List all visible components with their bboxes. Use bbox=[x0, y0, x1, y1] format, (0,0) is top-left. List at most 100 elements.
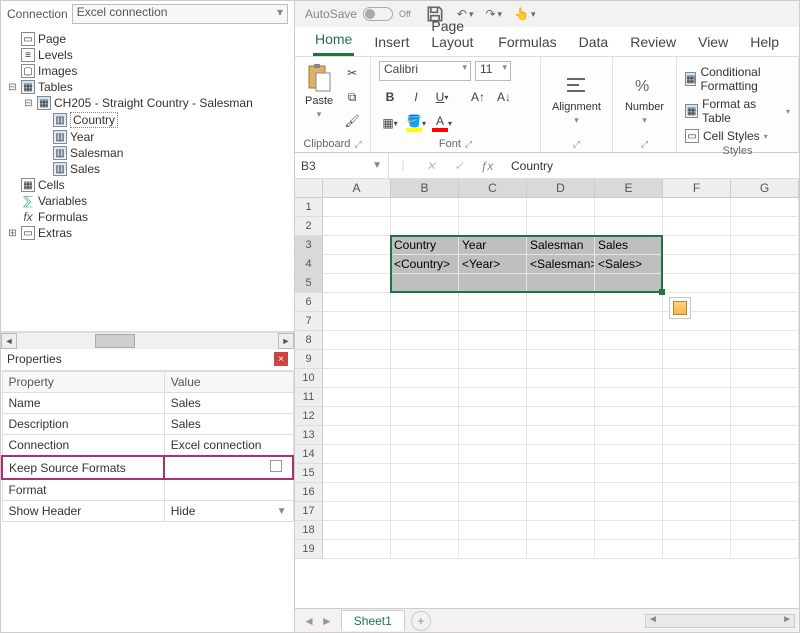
cell[interactable] bbox=[595, 293, 663, 312]
dialog-launcher-icon[interactable]: ⤢ bbox=[465, 139, 472, 150]
row-header[interactable]: 13 bbox=[295, 426, 323, 445]
cell[interactable] bbox=[663, 331, 731, 350]
cell[interactable] bbox=[595, 502, 663, 521]
touch-mode-button[interactable]: 👆▾ bbox=[514, 4, 535, 24]
cell[interactable] bbox=[459, 312, 527, 331]
cell[interactable] bbox=[595, 540, 663, 559]
cell[interactable] bbox=[391, 502, 459, 521]
cell[interactable] bbox=[663, 464, 731, 483]
cell[interactable] bbox=[527, 293, 595, 312]
cell[interactable] bbox=[391, 464, 459, 483]
cell[interactable] bbox=[323, 369, 391, 388]
cell[interactable] bbox=[663, 198, 731, 217]
italic-button[interactable]: I bbox=[405, 87, 427, 107]
name-box[interactable]: B3▼ bbox=[295, 153, 389, 178]
cell[interactable] bbox=[595, 388, 663, 407]
row-header[interactable]: 10 bbox=[295, 369, 323, 388]
format-painter-button[interactable]: 🖌 bbox=[341, 111, 363, 131]
chevron-down-icon[interactable]: ▼ bbox=[277, 506, 287, 517]
cell[interactable] bbox=[731, 217, 799, 236]
cell[interactable] bbox=[663, 255, 731, 274]
cell[interactable]: Salesman bbox=[527, 236, 595, 255]
cell[interactable] bbox=[459, 426, 527, 445]
tab-page-layout[interactable]: Page Layout bbox=[429, 14, 478, 56]
cell[interactable]: Sales bbox=[595, 236, 663, 255]
cell[interactable] bbox=[323, 198, 391, 217]
cell[interactable] bbox=[527, 312, 595, 331]
alignment-button[interactable]: Alignment▾ bbox=[550, 71, 603, 128]
cell[interactable] bbox=[391, 274, 459, 293]
underline-button[interactable]: U▾ bbox=[431, 87, 453, 107]
close-properties-button[interactable]: × bbox=[274, 352, 288, 366]
cell[interactable] bbox=[731, 312, 799, 331]
cell[interactable] bbox=[459, 293, 527, 312]
select-all-corner[interactable] bbox=[295, 179, 323, 198]
cell[interactable] bbox=[663, 350, 731, 369]
cell[interactable] bbox=[459, 331, 527, 350]
row-header[interactable]: 4 bbox=[295, 255, 323, 274]
spreadsheet-grid[interactable]: ABCDEFG123CountryYearSalesmanSales4<Coun… bbox=[295, 179, 799, 559]
cell[interactable] bbox=[323, 464, 391, 483]
increase-font-button[interactable]: A↑ bbox=[467, 87, 489, 107]
connection-select[interactable]: Excel connection bbox=[72, 4, 288, 24]
sheet-tab[interactable]: Sheet1 bbox=[341, 610, 405, 631]
prop-row-keep-source-formats[interactable]: Keep Source Formats bbox=[2, 456, 293, 479]
copy-button[interactable]: ⧉ bbox=[341, 87, 363, 107]
cell[interactable] bbox=[323, 331, 391, 350]
tree-table-object[interactable]: ⊟▦CH205 - Straight Country - Salesman bbox=[23, 95, 292, 111]
prop-row-format[interactable]: Format bbox=[2, 479, 293, 501]
cell[interactable] bbox=[663, 483, 731, 502]
cell[interactable] bbox=[731, 236, 799, 255]
cell[interactable] bbox=[663, 369, 731, 388]
tree-col-country[interactable]: ▥Country bbox=[39, 111, 292, 129]
cell[interactable] bbox=[527, 388, 595, 407]
cell[interactable] bbox=[323, 521, 391, 540]
properties-col-property[interactable]: Property bbox=[2, 372, 164, 393]
cell[interactable] bbox=[391, 293, 459, 312]
cell[interactable] bbox=[459, 521, 527, 540]
fill-color-button[interactable]: 🪣▾ bbox=[405, 113, 427, 133]
row-header[interactable]: 7 bbox=[295, 312, 323, 331]
cell[interactable] bbox=[459, 464, 527, 483]
cell[interactable] bbox=[323, 217, 391, 236]
format-as-table-button[interactable]: ▦Format as Table▾ bbox=[685, 97, 790, 125]
cell[interactable] bbox=[323, 388, 391, 407]
cell[interactable] bbox=[527, 502, 595, 521]
col-header[interactable]: G bbox=[731, 179, 799, 198]
tab-view[interactable]: View bbox=[696, 30, 730, 56]
tab-help[interactable]: Help bbox=[748, 30, 781, 56]
cell[interactable]: <Salesman> bbox=[527, 255, 595, 274]
cell[interactable] bbox=[527, 198, 595, 217]
font-color-button[interactable]: A▾ bbox=[431, 113, 453, 133]
cell[interactable] bbox=[459, 407, 527, 426]
cell[interactable] bbox=[323, 255, 391, 274]
cell[interactable] bbox=[391, 369, 459, 388]
fx-button[interactable]: ƒx bbox=[473, 159, 501, 173]
cell[interactable] bbox=[391, 312, 459, 331]
number-format-button[interactable]: % Number▾ bbox=[623, 71, 666, 128]
cell[interactable] bbox=[663, 236, 731, 255]
cell[interactable] bbox=[731, 445, 799, 464]
cell[interactable] bbox=[595, 445, 663, 464]
cell[interactable] bbox=[595, 521, 663, 540]
new-sheet-button[interactable]: + bbox=[411, 611, 431, 631]
col-header[interactable]: C bbox=[459, 179, 527, 198]
cell[interactable] bbox=[527, 464, 595, 483]
cell[interactable] bbox=[527, 369, 595, 388]
cell[interactable] bbox=[663, 540, 731, 559]
cell[interactable] bbox=[731, 502, 799, 521]
tree-tables[interactable]: ⊟▦Tables bbox=[7, 79, 292, 95]
cell[interactable]: <Country> bbox=[391, 255, 459, 274]
scroll-thumb[interactable] bbox=[95, 334, 135, 348]
cell[interactable] bbox=[527, 331, 595, 350]
cell[interactable]: Country bbox=[391, 236, 459, 255]
cell[interactable] bbox=[731, 483, 799, 502]
col-header[interactable]: F bbox=[663, 179, 731, 198]
row-header[interactable]: 9 bbox=[295, 350, 323, 369]
col-header[interactable]: A bbox=[323, 179, 391, 198]
cell[interactable] bbox=[323, 445, 391, 464]
tree-variables[interactable]: ⅀Variables bbox=[7, 193, 292, 209]
cell[interactable] bbox=[595, 350, 663, 369]
row-header[interactable]: 11 bbox=[295, 388, 323, 407]
cell[interactable] bbox=[527, 426, 595, 445]
